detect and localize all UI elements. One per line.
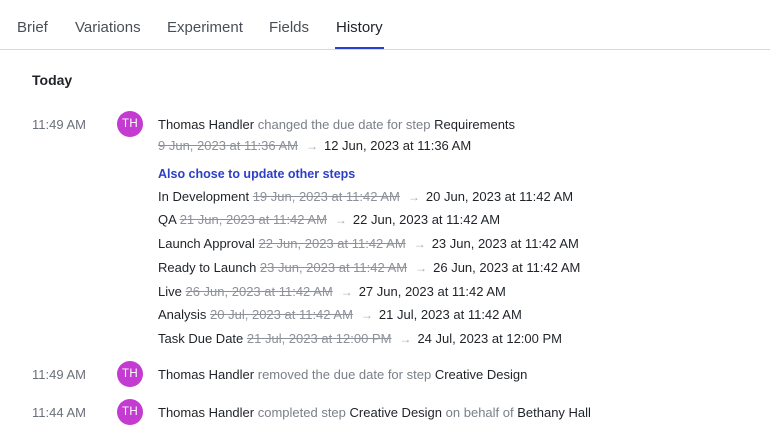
user-name: Thomas Handler: [158, 405, 255, 420]
step-name: Launch Approval: [158, 236, 255, 251]
tab-brief[interactable]: Brief: [17, 19, 48, 36]
step-change-row: In Development 19 Jun, 2023 at 11:42 AM →…: [158, 189, 573, 204]
step-name: Requirements: [434, 117, 516, 132]
arrow-right-icon: →: [334, 213, 347, 227]
new-date: 23 Jun, 2023 at 11:42 AM: [431, 236, 579, 251]
old-date: 19 Jun, 2023 at 11:42 AM: [252, 189, 400, 204]
arrow-right-icon: →: [407, 190, 420, 204]
tab-fields[interactable]: Fields: [269, 19, 309, 36]
step-name: Live: [158, 284, 182, 299]
step-change-row: Live 26 Jun, 2023 at 11:42 AM → 27 Jun, 20…: [158, 284, 506, 299]
tab-bar: Brief Variations Experiment Fields Histo…: [0, 0, 770, 50]
step-name: In Development: [158, 189, 250, 204]
step-name: QA: [158, 212, 177, 227]
entry-summary: Thomas Handler removed the due date for …: [158, 367, 527, 382]
avatar: TH: [117, 111, 143, 137]
action-text: completed step: [257, 405, 346, 420]
user-name: Thomas Handler: [158, 117, 255, 132]
step-change-row: QA 21 Jun, 2023 at 11:42 AM → 22 Jun, 2023…: [158, 212, 500, 227]
arrow-right-icon: →: [305, 139, 318, 153]
action-text: removed the due date for step: [257, 367, 432, 382]
connector-text: on behalf of: [445, 405, 514, 420]
action-text: changed the due date for step: [257, 117, 431, 132]
arrow-right-icon: →: [360, 308, 373, 322]
user-name: Thomas Handler: [158, 367, 255, 382]
new-date: 20 Jun, 2023 at 11:42 AM: [425, 189, 574, 204]
step-change-row: Analysis 20 Jul, 2023 at 11:42 AM → 21 Jul…: [158, 307, 522, 322]
beneficiary-name: Bethany Hall: [517, 405, 591, 420]
extra-steps-title: Also chose to update other steps: [158, 167, 356, 181]
entry-time: 11:49 AM: [32, 117, 86, 132]
step-change-row: Task Due Date 21 Jul, 2023 at 12:00 PM → 2…: [158, 331, 562, 346]
old-date: 22 Jun, 2023 at 11:42 AM: [258, 236, 406, 251]
active-tab-indicator: [335, 47, 384, 49]
old-date: 26 Jun, 2023 at 11:42 AM: [185, 284, 333, 299]
new-date: 24 Jul, 2023 at 12:00 PM: [417, 331, 562, 346]
new-date: 26 Jun, 2023 at 11:42 AM: [433, 260, 581, 275]
avatar: TH: [117, 361, 143, 387]
entry-time: 11:49 AM: [32, 367, 86, 382]
step-name: Creative Design: [434, 367, 528, 382]
entry-summary: Thomas Handler completed step Creative D…: [158, 405, 591, 420]
step-name: Ready to Launch: [158, 260, 257, 275]
new-date: 12 Jun, 2023 at 11:36 AM: [323, 138, 472, 153]
arrow-right-icon: →: [399, 332, 412, 346]
old-date: 20 Jul, 2023 at 11:42 AM: [210, 307, 353, 322]
step-name: Task Due Date: [158, 331, 244, 346]
date-change: 9 Jun, 2023 at 11:36 AM → 12 Jun, 2023 at …: [158, 138, 471, 153]
old-date: 21 Jun, 2023 at 11:42 AM: [179, 212, 327, 227]
arrow-right-icon: →: [415, 261, 428, 275]
new-date: 21 Jul, 2023 at 11:42 AM: [378, 307, 522, 322]
step-change-row: Launch Approval 22 Jun, 2023 at 11:42 AM…: [158, 236, 579, 251]
new-date: 22 Jun, 2023 at 11:42 AM: [352, 212, 501, 227]
avatar: TH: [117, 399, 143, 425]
entry-summary: Thomas Handler changed the due date for …: [158, 117, 515, 132]
arrow-right-icon: →: [340, 285, 353, 299]
arrow-right-icon: →: [413, 237, 426, 251]
old-date: 9 Jun, 2023 at 11:36 AM: [158, 138, 298, 153]
entry-time: 11:44 AM: [32, 405, 86, 420]
tab-variations[interactable]: Variations: [75, 19, 141, 36]
step-name: Analysis: [158, 307, 207, 322]
old-date: 23 Jun, 2023 at 11:42 AM: [259, 260, 408, 275]
section-title: Today: [32, 72, 73, 88]
old-date: 21 Jul, 2023 at 12:00 PM: [246, 331, 392, 346]
new-date: 27 Jun, 2023 at 11:42 AM: [358, 284, 506, 299]
tab-history[interactable]: History: [336, 19, 383, 36]
step-change-row: Ready to Launch 23 Jun, 2023 at 11:42 AM…: [158, 260, 580, 275]
step-name: Creative Design: [349, 405, 443, 420]
tab-experiment[interactable]: Experiment: [167, 19, 243, 36]
